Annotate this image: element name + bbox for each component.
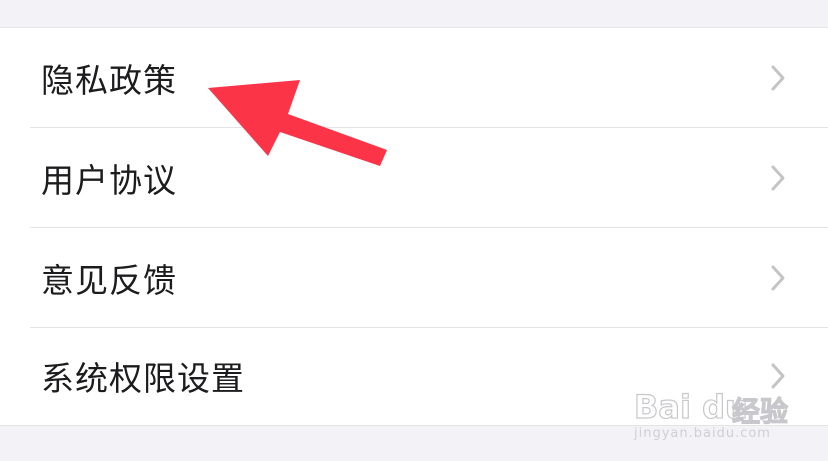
list-row-user-agreement[interactable]: 用户协议 [0, 128, 828, 228]
row-label-user-agreement: 用户协议 [41, 161, 177, 200]
watermark-url: jingyan.baidu.com [634, 426, 771, 441]
watermark-brand-cn: 经验 [731, 395, 789, 429]
chevron-right-icon [771, 165, 785, 191]
list-row-feedback[interactable]: 意见反馈 [0, 228, 828, 328]
row-label-feedback: 意见反馈 [41, 261, 177, 300]
settings-list: 隐私政策 用户协议 意见反馈 系统权限设置 [0, 27, 828, 426]
chevron-right-icon [771, 265, 785, 291]
row-label-system-permissions: 系统权限设置 [41, 359, 245, 398]
top-section-gap [0, 0, 828, 27]
watermark-brand-latin: Bai du [633, 387, 748, 426]
row-label-privacy-policy: 隐私政策 [41, 61, 177, 100]
chevron-right-icon [771, 65, 785, 91]
list-row-privacy-policy[interactable]: 隐私政策 [0, 28, 828, 128]
baidu-jingyan-watermark: Bai du 经验 jingyan.baidu.com [632, 374, 792, 444]
settings-screen: 隐私政策 用户协议 意见反馈 系统权限设置 Bai du 经验 jingyan.… [0, 0, 828, 461]
